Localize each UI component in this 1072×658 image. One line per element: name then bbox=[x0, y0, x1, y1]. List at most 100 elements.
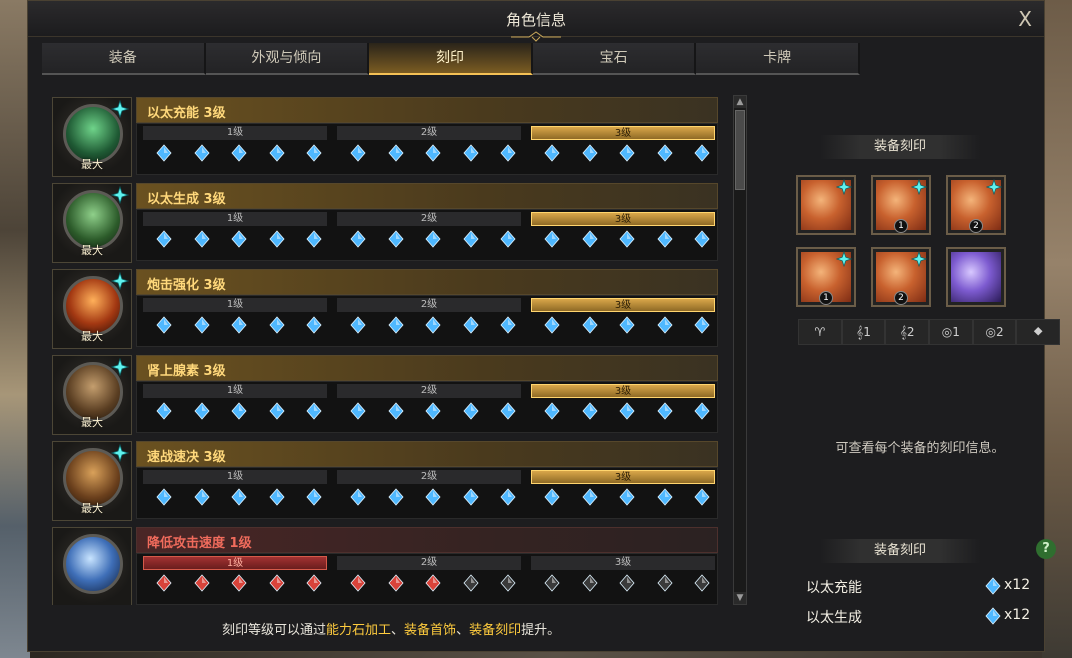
filled-gem-icon bbox=[387, 574, 404, 592]
summary-row: 以太生成 x12 bbox=[806, 605, 1036, 629]
engraving-row[interactable]: 最大 速战速决 3级 1级 2级 3级 bbox=[52, 439, 718, 523]
level-segment: 3级 bbox=[529, 212, 717, 258]
scroll-up-icon[interactable]: ▲ bbox=[734, 96, 746, 108]
level-label: 2级 bbox=[337, 298, 521, 312]
summary-gem-icon bbox=[985, 577, 1001, 595]
slot-filter-4[interactable]: ◎2 bbox=[972, 319, 1017, 345]
level-segment: 1级 bbox=[141, 470, 329, 516]
engraving-name: 以太充能 3级 bbox=[147, 106, 226, 121]
level-segment: 3级 bbox=[529, 470, 717, 516]
filled-gem-icon bbox=[193, 574, 210, 592]
engraving-row[interactable]: 最大 肾上腺素 3级 1级 2级 3级 bbox=[52, 353, 718, 437]
level-track: 1级 2级 3级 bbox=[136, 381, 718, 433]
filled-gem-icon bbox=[268, 316, 285, 334]
engraving-icon-frame: 最大 bbox=[52, 97, 132, 177]
scrollbar[interactable]: ▲ ▼ bbox=[733, 95, 747, 605]
engraving-row[interactable]: 最大 炮击强化 3级 1级 2级 3级 bbox=[52, 267, 718, 351]
summary-count: x12 bbox=[1004, 607, 1031, 623]
slot-filter-5[interactable]: ⯁ bbox=[1016, 319, 1061, 345]
engraving-row[interactable]: 降低攻击速度 1级 1级 2级 3级 bbox=[52, 525, 718, 605]
close-button[interactable]: X bbox=[1018, 7, 1032, 31]
filled-gem-icon bbox=[156, 144, 172, 162]
filled-gem-icon bbox=[462, 230, 479, 248]
level-track: 1级 2级 3级 bbox=[136, 295, 718, 347]
tab-3[interactable]: 宝石 bbox=[532, 43, 697, 75]
empty-gem-icon bbox=[462, 574, 479, 592]
slot-filter-0[interactable]: ♈ bbox=[798, 319, 842, 345]
filled-gem-icon bbox=[462, 402, 479, 420]
equipment-gem-icon bbox=[911, 179, 927, 195]
engraving-row[interactable]: 最大 以太充能 3级 1级 2级 3级 bbox=[52, 95, 718, 179]
level-segment: 2级 bbox=[335, 212, 523, 258]
level-label: 2级 bbox=[337, 556, 521, 570]
slot-number: 1 bbox=[894, 219, 908, 233]
equipment-slot[interactable] bbox=[796, 175, 856, 235]
filled-gem-icon bbox=[231, 402, 247, 420]
gem-row bbox=[543, 574, 711, 596]
level-segment: 2级 bbox=[335, 556, 523, 602]
scroll-down-icon[interactable]: ▼ bbox=[734, 592, 746, 604]
equipment-slot[interactable] bbox=[946, 247, 1006, 307]
help-button[interactable]: ? bbox=[1036, 539, 1056, 559]
filled-gem-icon bbox=[544, 144, 560, 162]
gem-row bbox=[155, 144, 323, 166]
equipment-slot[interactable]: 1 bbox=[871, 175, 931, 235]
tab-1[interactable]: 外观与倾向 bbox=[205, 43, 370, 75]
tab-2[interactable]: 刻印 bbox=[369, 43, 533, 75]
equipment-slot[interactable]: 2 bbox=[946, 175, 1006, 235]
level-segment: 1级 bbox=[141, 556, 329, 602]
filled-gem-icon bbox=[156, 402, 172, 420]
equipment-slot[interactable]: 2 bbox=[871, 247, 931, 307]
filled-gem-icon bbox=[544, 488, 560, 506]
slot-number: 1 bbox=[819, 291, 833, 305]
scroll-thumb[interactable] bbox=[735, 110, 745, 190]
filled-gem-icon bbox=[268, 144, 285, 162]
filled-gem-icon bbox=[306, 574, 322, 592]
filled-gem-icon bbox=[694, 316, 710, 334]
summary-gem-icon bbox=[985, 607, 1001, 625]
level-label: 1级 bbox=[143, 212, 327, 226]
stone-icon bbox=[951, 252, 1001, 302]
engraving-gem-icon bbox=[111, 100, 129, 118]
tab-0[interactable]: 装备 bbox=[42, 43, 206, 75]
slot-number: 2 bbox=[894, 291, 908, 305]
filled-gem-icon bbox=[193, 144, 210, 162]
filled-gem-icon bbox=[350, 488, 366, 506]
equipment-slot[interactable]: 1 bbox=[796, 247, 856, 307]
engraving-icon-frame: 最大 bbox=[52, 355, 132, 435]
filled-gem-icon bbox=[387, 402, 404, 420]
filled-gem-icon bbox=[581, 402, 598, 420]
filled-gem-icon bbox=[193, 402, 210, 420]
equipment-slot-filter: ♈ 𝄞1 𝄞2 ◎1 ◎2 ⯁ bbox=[798, 319, 1061, 345]
hint-text: 可查看每个装备的刻印信息。 bbox=[835, 441, 1005, 456]
filled-gem-icon bbox=[500, 144, 516, 162]
level-segment: 1级 bbox=[141, 384, 329, 430]
filled-gem-icon bbox=[387, 230, 404, 248]
level-label: 3级 bbox=[531, 298, 715, 312]
level-label: 3级 bbox=[531, 470, 715, 484]
level-label: 1级 bbox=[143, 384, 327, 398]
level-segment: 3级 bbox=[529, 126, 717, 172]
filled-gem-icon bbox=[156, 574, 172, 592]
slot-filter-3[interactable]: ◎1 bbox=[929, 319, 973, 345]
filled-gem-icon bbox=[268, 574, 285, 592]
filled-gem-icon bbox=[306, 488, 322, 506]
gem-row bbox=[155, 316, 323, 338]
level-label: 3级 bbox=[531, 126, 715, 140]
level-segment: 2级 bbox=[335, 384, 523, 430]
slot-filter-1[interactable]: 𝄞1 bbox=[841, 319, 886, 345]
gem-row bbox=[155, 402, 323, 424]
filled-gem-icon bbox=[231, 230, 247, 248]
filled-gem-icon bbox=[619, 488, 635, 506]
level-track: 1级 2级 3级 bbox=[136, 553, 718, 605]
level-label: 3级 bbox=[531, 212, 715, 226]
filled-gem-icon bbox=[581, 144, 598, 162]
tab-4[interactable]: 卡牌 bbox=[696, 43, 860, 75]
title-bar[interactable]: 角色信息 X bbox=[28, 1, 1044, 42]
slot-filter-2[interactable]: 𝄞2 bbox=[885, 319, 930, 345]
summary-row: 以太充能 x12 bbox=[806, 575, 1036, 599]
level-label: 2级 bbox=[337, 126, 521, 140]
filled-gem-icon bbox=[500, 402, 516, 420]
max-label: 最大 bbox=[81, 330, 103, 343]
engraving-row[interactable]: 最大 以太生成 3级 1级 2级 3级 bbox=[52, 181, 718, 265]
